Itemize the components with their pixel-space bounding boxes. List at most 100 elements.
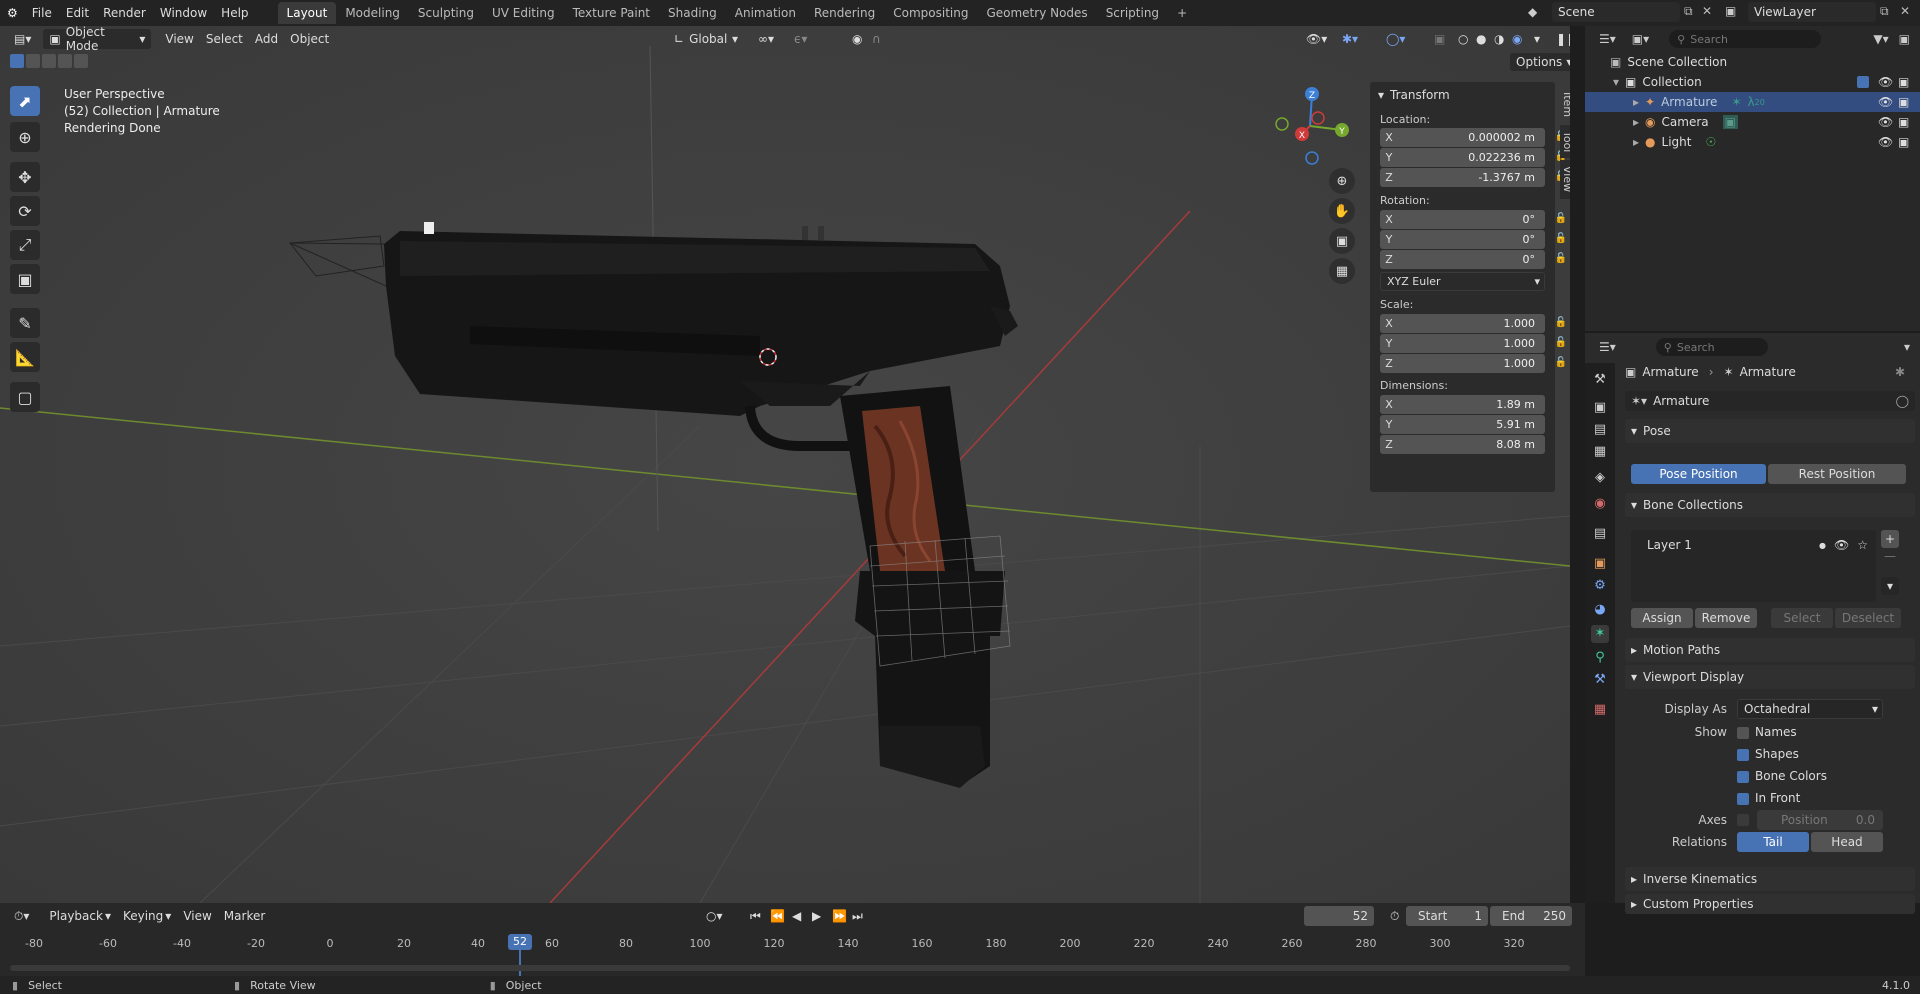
3d-viewport[interactable]: ▤▾ ▣ Object Mode ▾ View Select Add Objec… — [0, 26, 1570, 903]
transform-orientation-selector[interactable]: ∟ Global ▾ — [668, 29, 744, 49]
outliner-item-light[interactable]: ▸ ● Light ☉ 👁 ▣ — [1585, 132, 1920, 152]
bone-constraint-tab-icon[interactable]: ⚒ — [1591, 671, 1609, 689]
tab-texture-paint[interactable]: Texture Paint — [564, 2, 659, 24]
bone-colors-checkbox-box[interactable] — [1737, 770, 1749, 783]
navigation-gizmo[interactable]: Z Y X — [1270, 86, 1350, 166]
pause-render-icon[interactable]: ❚❚ — [1550, 29, 1570, 49]
motion-paths-panel-header[interactable]: ▸ Motion Paths — [1625, 638, 1915, 662]
visibility-icon[interactable]: 👁▾ — [1300, 29, 1333, 49]
select-extend-icon[interactable] — [26, 54, 40, 68]
pin-icon[interactable]: ✱ — [1895, 365, 1905, 379]
pivot-icon[interactable]: ∞▾ — [752, 29, 780, 49]
texture-tab-icon[interactable]: ▦ — [1591, 701, 1609, 719]
menu-add[interactable]: Add — [249, 29, 284, 49]
list-item[interactable]: Layer 1 ● 👁 ☆ — [1631, 535, 1876, 555]
display-mode-icon[interactable]: ▣▾ — [1632, 32, 1649, 46]
tab-view[interactable]: View — [1560, 160, 1570, 199]
location-x-field[interactable]: X0.000002 m🔓 — [1380, 128, 1567, 147]
overlay-toggle-icon[interactable]: ◯▾ — [1380, 29, 1411, 49]
remove-scene-icon[interactable]: ✕ — [1702, 4, 1712, 18]
tab-scripting[interactable]: Scripting — [1097, 2, 1168, 24]
remove-bone-collection-button[interactable]: — — [1881, 549, 1899, 563]
render-tab-icon[interactable]: ▣ — [1591, 399, 1609, 417]
bone-tab-icon[interactable]: ⚲ — [1591, 649, 1609, 667]
output-tab-icon[interactable]: ▤ — [1591, 421, 1609, 439]
shapes-checkbox[interactable]: Shapes — [1737, 747, 1799, 761]
viewport-display-panel-header[interactable]: ▾ Viewport Display — [1625, 665, 1915, 689]
menu-object[interactable]: Object — [284, 29, 335, 49]
collection-tab-icon[interactable]: ▤ — [1591, 525, 1609, 543]
modifier-tab-icon[interactable]: ⚙ — [1591, 577, 1609, 595]
dimensions-y-field[interactable]: Y 5.91 m — [1380, 415, 1545, 434]
add-cube-tool[interactable]: ▢ — [10, 382, 40, 412]
remove-button[interactable]: Remove — [1695, 608, 1757, 628]
render-camera-icon[interactable]: ▣ — [1898, 135, 1909, 149]
outliner-collection[interactable]: ▾ ▣ Collection 👁 ▣ — [1585, 72, 1920, 92]
options-button[interactable]: Options ▾ — [1510, 53, 1570, 71]
xray-icon[interactable]: ▣ — [1428, 29, 1451, 49]
new-scene-icon[interactable]: ⧉ — [1684, 4, 1693, 19]
relations-head-button[interactable]: Head — [1811, 832, 1883, 852]
new-collection-icon[interactable]: ▣ — [1899, 32, 1910, 46]
scale-x-field[interactable]: X 1.000 🔓 — [1380, 314, 1567, 333]
menu-select[interactable]: Select — [200, 29, 249, 49]
rest-position-button[interactable]: Rest Position — [1768, 464, 1906, 484]
tab-uv-editing[interactable]: UV Editing — [483, 2, 564, 24]
exclude-checkbox[interactable] — [1857, 76, 1869, 88]
location-z-field[interactable]: Z-1.3767 m🔓 — [1380, 168, 1567, 187]
rotation-z-field[interactable]: Z 0° 🔓 — [1380, 250, 1567, 269]
gizmo-toggle-icon[interactable]: ✱▾ — [1336, 29, 1364, 49]
outliner-search-field[interactable]: ⚲ Search — [1669, 30, 1822, 48]
visibility-eye-icon[interactable]: 👁 — [1878, 115, 1893, 129]
pose-panel-header[interactable]: ▾ Pose — [1625, 419, 1915, 443]
scene-icon[interactable]: ◆ — [1528, 5, 1537, 19]
new-view-layer-icon[interactable]: ⧉ — [1880, 4, 1889, 19]
names-checkbox[interactable]: Names — [1737, 725, 1797, 739]
outliner-item-armature[interactable]: ▸ ✦ Armature ✶ λ 20 👁 ▣ — [1585, 92, 1920, 112]
rendered-shading-icon[interactable]: ◉ — [1506, 29, 1528, 49]
custom-properties-panel-header[interactable]: ▸ Custom Properties — [1625, 894, 1915, 914]
menu-help[interactable]: Help — [214, 0, 255, 26]
relations-tail-button[interactable]: Tail — [1737, 832, 1809, 852]
chevron-down-icon[interactable]: ▾ — [1613, 75, 1619, 89]
solo-star-icon[interactable]: ☆ — [1857, 538, 1868, 552]
lock-icon[interactable]: 🔓 — [1555, 317, 1567, 328]
ortho-grid-icon[interactable]: ▦ — [1329, 258, 1355, 284]
zoom-icon[interactable]: ⊕ — [1329, 168, 1355, 194]
mode-selector[interactable]: ▣ Object Mode ▾ — [43, 26, 152, 53]
menu-render[interactable]: Render — [96, 0, 153, 26]
dimensions-x-field[interactable]: X 1.89 m — [1380, 395, 1545, 414]
menu-file[interactable]: File — [25, 0, 59, 26]
visibility-eye-icon[interactable]: 👁 — [1878, 75, 1893, 89]
tab-modeling[interactable]: Modeling — [336, 2, 409, 24]
shading-options-icon[interactable]: ▾ — [1528, 29, 1546, 49]
tab-animation[interactable]: Animation — [726, 2, 805, 24]
blender-logo-icon[interactable]: ⚙ — [0, 0, 25, 26]
select-invert-icon[interactable] — [58, 54, 72, 68]
scale-y-field[interactable]: Y 1.000 🔓 — [1380, 334, 1567, 353]
pan-hand-icon[interactable]: ✋ — [1329, 198, 1355, 224]
pose-position-button[interactable]: Pose Position — [1631, 464, 1766, 484]
assign-button[interactable]: Assign — [1631, 608, 1693, 628]
fake-user-shield-icon[interactable]: ◯ — [1896, 394, 1909, 408]
select-intersect-icon[interactable] — [74, 54, 88, 68]
visibility-eye-icon[interactable]: 👁 — [1878, 135, 1893, 149]
lock-icon[interactable]: 🔓 — [1555, 253, 1567, 264]
rotation-y-field[interactable]: Y 0° 🔓 — [1380, 230, 1567, 249]
view-layer-selector[interactable]: ViewLayer — [1748, 2, 1876, 22]
menu-edit[interactable]: Edit — [59, 0, 96, 26]
physics-tab-icon[interactable]: ◕ — [1591, 601, 1609, 619]
axes-position-field[interactable]: Position 0.0 — [1757, 810, 1883, 830]
names-checkbox-box[interactable] — [1737, 726, 1749, 739]
view-layer-tab-icon[interactable]: ▦ — [1591, 443, 1609, 461]
rotation-mode-dropdown[interactable]: XYZ Euler ▾ — [1380, 272, 1545, 291]
lock-icon[interactable]: 🔓 — [1555, 337, 1567, 348]
rotate-tool[interactable]: ⟳ — [10, 196, 40, 226]
timeline-scrollbar[interactable] — [10, 965, 1570, 971]
scene-tab-icon[interactable]: ◈ — [1591, 469, 1609, 487]
chevron-right-icon[interactable]: ▸ — [1633, 95, 1639, 109]
world-tab-icon[interactable]: ◉ — [1591, 495, 1609, 513]
transform-header[interactable]: ▾ Transform — [1378, 88, 1450, 102]
scale-tool[interactable]: ⤢ — [10, 230, 40, 260]
remove-view-layer-icon[interactable]: ✕ — [1900, 4, 1910, 18]
